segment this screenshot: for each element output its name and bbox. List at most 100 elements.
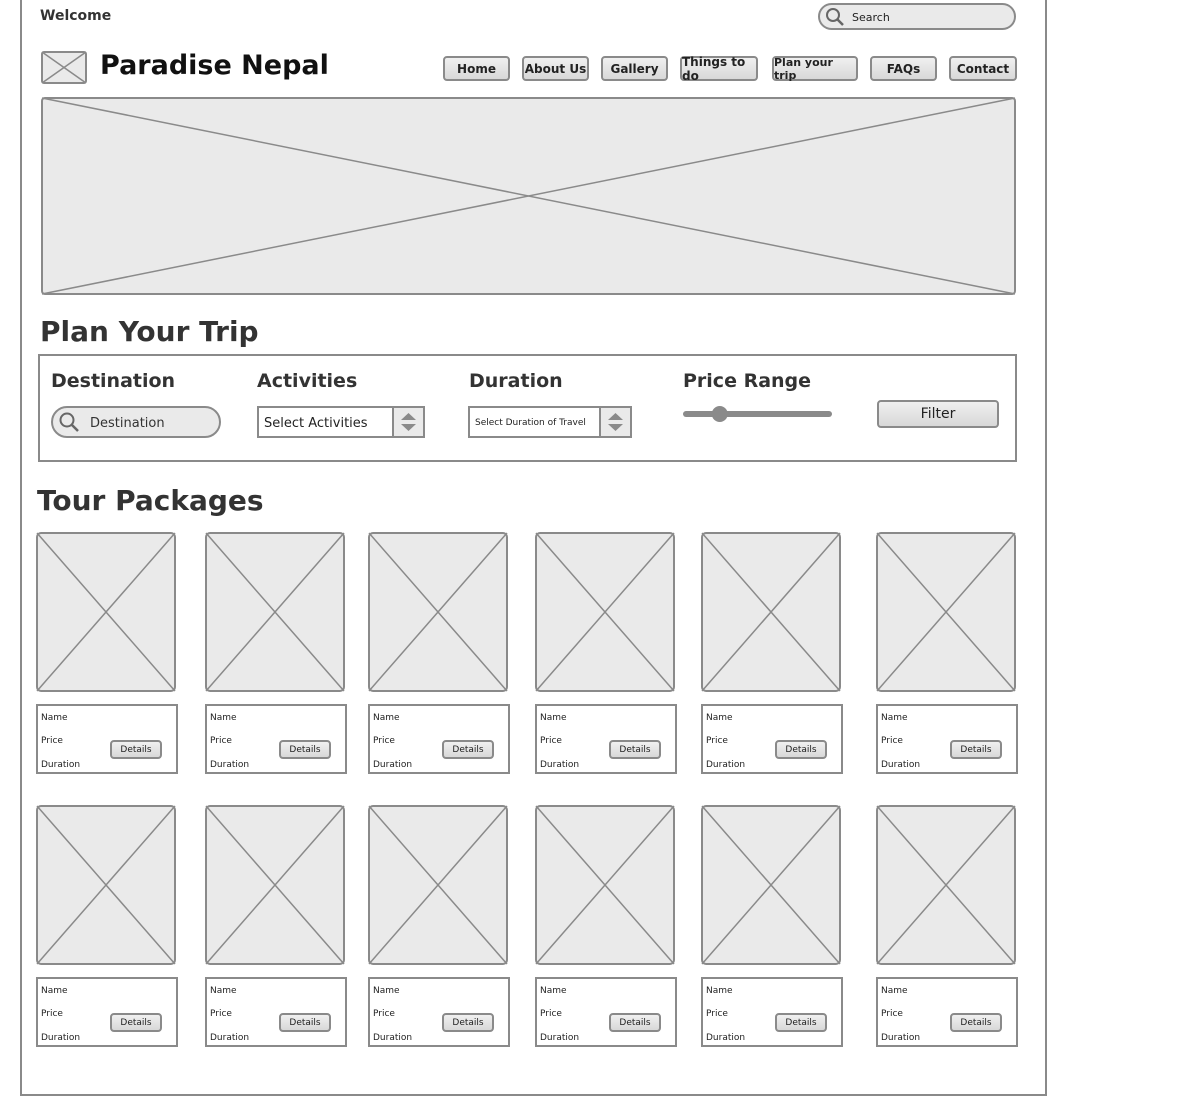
package-price-label: Price: [881, 1009, 903, 1019]
package-name-label: Name: [540, 713, 567, 723]
package-image-placeholder[interactable]: [368, 532, 508, 692]
package-info-card: Name Price Duration Details: [535, 977, 677, 1047]
package-info-card: Name Price Duration Details: [368, 977, 510, 1047]
package-image-placeholder[interactable]: [876, 532, 1016, 692]
package-info-card: Name Price Duration Details: [205, 977, 347, 1047]
package-info-card: Name Price Duration Details: [205, 704, 347, 774]
package-info-card: Name Price Duration Details: [876, 704, 1018, 774]
package-duration-label: Duration: [210, 760, 250, 770]
package-details-button[interactable]: Details: [950, 1013, 1002, 1032]
plan-trip-heading: Plan Your Trip: [40, 315, 259, 348]
package-details-button[interactable]: Details: [110, 740, 162, 759]
package-price-label: Price: [373, 1009, 395, 1019]
package-image-placeholder[interactable]: [535, 805, 675, 965]
package-image-placeholder[interactable]: [205, 805, 345, 965]
duration-select[interactable]: Select Duration of Travel: [468, 406, 632, 438]
package-name-label: Name: [706, 986, 733, 996]
nav-contact-button[interactable]: Contact: [949, 56, 1017, 81]
package-price-label: Price: [210, 736, 232, 746]
package-name-label: Name: [210, 986, 237, 996]
package-details-button[interactable]: Details: [110, 1013, 162, 1032]
package-price-label: Price: [706, 736, 728, 746]
package-image-placeholder[interactable]: [701, 805, 841, 965]
spinner-arrows-icon[interactable]: [599, 408, 630, 436]
package-info-card: Name Price Duration Details: [36, 977, 178, 1047]
search-icon: [824, 7, 846, 31]
package-duration-label: Duration: [373, 1033, 413, 1043]
spinner-arrows-icon[interactable]: [392, 408, 423, 436]
package-duration-label: Duration: [706, 760, 746, 770]
nav-faqs-button[interactable]: FAQs: [870, 56, 937, 81]
tour-packages-heading: Tour Packages: [37, 484, 264, 517]
package-details-button[interactable]: Details: [609, 740, 661, 759]
package-image-placeholder[interactable]: [535, 532, 675, 692]
package-price-label: Price: [540, 736, 562, 746]
site-brand: Paradise Nepal: [100, 50, 329, 81]
package-image-placeholder[interactable]: [876, 805, 1016, 965]
slider-handle[interactable]: [711, 406, 728, 422]
package-duration-label: Duration: [41, 1033, 81, 1043]
package-price-label: Price: [540, 1009, 562, 1019]
package-info-card: Name Price Duration Details: [701, 977, 843, 1047]
package-price-label: Price: [41, 736, 63, 746]
package-price-label: Price: [706, 1009, 728, 1019]
nav-plan-your-trip-button[interactable]: Plan your trip: [772, 56, 858, 82]
package-info-card: Name Price Duration Details: [36, 704, 178, 774]
package-details-button[interactable]: Details: [950, 740, 1002, 759]
nav-things-to-do-button[interactable]: Things to do: [680, 55, 758, 83]
activities-select-value: Select Activities: [264, 416, 368, 431]
package-image-placeholder[interactable]: [36, 805, 176, 965]
package-details-button[interactable]: Details: [775, 1013, 827, 1032]
nav-home-button[interactable]: Home: [443, 56, 510, 81]
package-details-button[interactable]: Details: [442, 740, 494, 759]
package-details-button[interactable]: Details: [609, 1013, 661, 1032]
search-input[interactable]: Search: [818, 3, 1016, 30]
duration-label: Duration: [469, 370, 563, 392]
price-range-label: Price Range: [683, 370, 812, 392]
package-details-button[interactable]: Details: [442, 1013, 494, 1032]
package-name-label: Name: [373, 713, 400, 723]
package-price-label: Price: [41, 1009, 63, 1019]
destination-label: Destination: [51, 370, 176, 392]
package-price-label: Price: [881, 736, 903, 746]
package-name-label: Name: [373, 986, 400, 996]
slider-track: [683, 411, 832, 417]
package-name-label: Name: [41, 986, 68, 996]
activities-select[interactable]: Select Activities: [257, 406, 425, 438]
package-duration-label: Duration: [540, 760, 580, 770]
package-image-placeholder[interactable]: [36, 532, 176, 692]
search-icon: [57, 411, 81, 437]
package-image-placeholder[interactable]: [368, 805, 508, 965]
package-image-placeholder[interactable]: [205, 532, 345, 692]
package-info-card: Name Price Duration Details: [701, 704, 843, 774]
package-duration-label: Duration: [540, 1033, 580, 1043]
filter-button[interactable]: Filter: [877, 400, 999, 428]
package-info-card: Name Price Duration Details: [368, 704, 510, 774]
package-name-label: Name: [41, 713, 68, 723]
package-duration-label: Duration: [41, 760, 81, 770]
package-name-label: Name: [881, 986, 908, 996]
nav-gallery-button[interactable]: Gallery: [601, 56, 668, 81]
package-name-label: Name: [881, 713, 908, 723]
package-details-button[interactable]: Details: [279, 740, 331, 759]
package-name-label: Name: [210, 713, 237, 723]
destination-placeholder: Destination: [90, 416, 165, 431]
duration-select-value: Select Duration of Travel: [475, 418, 586, 428]
package-duration-label: Duration: [881, 760, 921, 770]
package-details-button[interactable]: Details: [775, 740, 827, 759]
package-name-label: Name: [540, 986, 567, 996]
nav-about-us-button[interactable]: About Us: [522, 56, 589, 81]
package-name-label: Name: [706, 713, 733, 723]
package-duration-label: Duration: [210, 1033, 250, 1043]
activities-label: Activities: [257, 370, 358, 392]
welcome-text: Welcome: [40, 8, 112, 24]
package-details-button[interactable]: Details: [279, 1013, 331, 1032]
package-price-label: Price: [373, 736, 395, 746]
package-duration-label: Duration: [706, 1033, 746, 1043]
search-placeholder: Search: [852, 11, 890, 24]
package-image-placeholder[interactable]: [701, 532, 841, 692]
destination-search-input[interactable]: Destination: [51, 406, 221, 438]
price-range-slider[interactable]: [683, 404, 833, 424]
package-info-card: Name Price Duration Details: [535, 704, 677, 774]
package-duration-label: Duration: [881, 1033, 921, 1043]
